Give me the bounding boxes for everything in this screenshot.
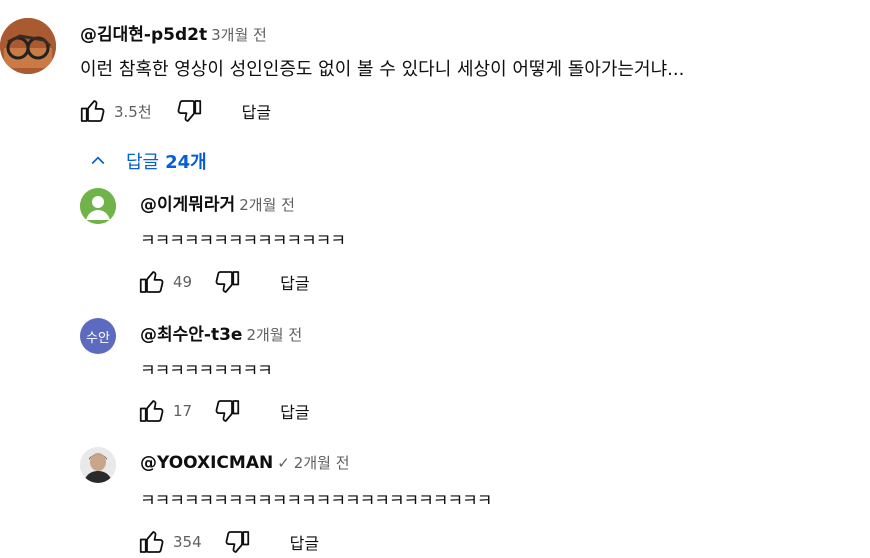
thumbs-up-icon <box>139 271 164 293</box>
dislike-button[interactable] <box>174 96 204 126</box>
dislike-button[interactable] <box>212 396 242 426</box>
reply-text: ㅋㅋㅋㅋㅋㅋㅋㅋㅋ <box>140 361 273 381</box>
reply-button[interactable]: 답글 <box>280 270 309 294</box>
chevron-up-icon <box>91 156 105 165</box>
avatar-initials: 수안 <box>86 330 110 346</box>
thumbs-down-icon <box>215 400 240 422</box>
reply-actions: 49 답글 <box>137 266 310 298</box>
replies-toggle[interactable]: 답글 24개 <box>88 148 207 174</box>
replies-count: 24개 <box>165 152 207 173</box>
avatar[interactable] <box>80 188 116 224</box>
like-button[interactable]: 354 <box>137 527 202 557</box>
reply-button[interactable]: 답글 <box>242 99 271 123</box>
comment-actions: 3.5천 답글 <box>78 95 271 127</box>
thumbs-up-icon <box>139 400 164 422</box>
like-count: 3.5천 <box>114 102 152 121</box>
reply-button[interactable]: 답글 <box>280 399 309 423</box>
reply-timestamp[interactable]: 2개월 전 <box>239 196 295 214</box>
like-button[interactable]: 3.5천 <box>78 96 152 126</box>
reply-author[interactable]: @이게뭐라거 2개월 전 <box>140 190 295 215</box>
comment-timestamp[interactable]: 3개월 전 <box>211 26 267 44</box>
like-count: 354 <box>173 533 202 551</box>
dislike-button[interactable] <box>212 267 242 297</box>
reply-text: ㅋㅋㅋㅋㅋㅋㅋㅋㅋㅋㅋㅋㅋㅋ <box>140 231 346 251</box>
like-count: 49 <box>173 273 193 291</box>
dislike-button[interactable] <box>222 527 252 557</box>
like-count: 17 <box>173 402 193 420</box>
verified-icon: ✓ <box>277 454 290 472</box>
thumbs-down-icon <box>177 100 201 122</box>
reply-actions: 354 답글 <box>137 526 319 558</box>
avatar[interactable]: 수안 <box>80 318 116 354</box>
comment-author[interactable]: @김대현-p5d2t 3개월 전 <box>80 20 267 45</box>
reply-actions: 17 답글 <box>137 395 310 427</box>
like-button[interactable]: 17 <box>137 396 192 426</box>
thumbs-down-icon <box>225 531 249 553</box>
reply-author[interactable]: @YOOXICMAN ✓ 2개월 전 <box>140 452 350 473</box>
avatar[interactable] <box>0 18 56 74</box>
replies-label: 답글 <box>126 152 160 173</box>
reply-timestamp[interactable]: 2개월 전 <box>294 454 350 472</box>
thumbs-up-icon <box>139 531 164 553</box>
avatar[interactable] <box>80 447 116 483</box>
thumbs-up-icon <box>80 100 105 122</box>
comment-text: 이런 참혹한 영상이 성인인증도 없이 볼 수 있다니 세상이 어떻게 돌아가는… <box>80 59 685 80</box>
reply-text: ㅋㅋㅋㅋㅋㅋㅋㅋㅋㅋㅋㅋㅋㅋㅋㅋㅋㅋㅋㅋㅋㅋㅋㅋ <box>140 491 492 511</box>
like-button[interactable]: 49 <box>137 267 192 297</box>
reply-author[interactable]: @최수안-t3e 2개월 전 <box>140 320 302 345</box>
thumbs-down-icon <box>215 271 240 293</box>
reply-timestamp[interactable]: 2개월 전 <box>246 326 302 344</box>
reply-button[interactable]: 답글 <box>290 530 319 554</box>
